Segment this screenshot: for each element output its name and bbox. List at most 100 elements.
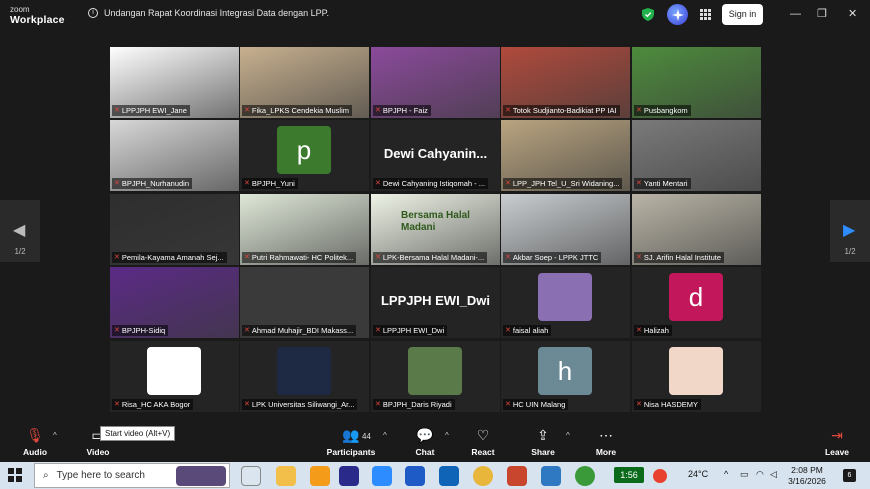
shield-icon[interactable]: [642, 8, 654, 21]
minimize-button[interactable]: —: [790, 8, 801, 20]
muted-mic-icon: ✕: [505, 254, 511, 261]
participant-name-label: ✕ faisal aliah: [503, 325, 552, 336]
apps-grid-icon[interactable]: [700, 9, 711, 20]
participant-tile[interactable]: ✕ faisal aliah: [501, 267, 630, 338]
participant-tile[interactable]: h ✕ HC UIN Malang: [501, 341, 630, 412]
tray-chevron-icon[interactable]: ^: [724, 469, 728, 479]
video-tooltip: Start video (Alt+V): [100, 426, 176, 441]
participant-tile[interactable]: ✕ LPP_JPH Tel_U_Sri Widaning...: [501, 120, 630, 191]
powerpoint-icon[interactable]: [507, 466, 527, 486]
share-screen-icon: ⇪: [537, 427, 549, 443]
participant-name-label: ✕ Halizah: [634, 325, 672, 336]
participant-tile[interactable]: ✕ Yanti Mentari: [632, 120, 761, 191]
participant-tile[interactable]: ✕ BPJPH-Sidiq: [110, 267, 239, 338]
windows-start-icon[interactable]: [8, 468, 22, 482]
chevron-left-icon: ◀: [13, 222, 26, 239]
participant-name: LPP_JPH Tel_U_Sri Widaning...: [512, 179, 620, 188]
participants-options-caret[interactable]: ^: [383, 431, 387, 440]
participant-name-label: ✕ Ahmad Muhajir_BDI Makass...: [242, 325, 357, 336]
file-explorer-icon[interactable]: [276, 466, 296, 486]
muted-mic-icon: ✕: [244, 107, 250, 114]
profile-picture: [538, 273, 592, 321]
leave-button[interactable]: ⇥ Leave: [812, 426, 862, 457]
app-icon-2[interactable]: [541, 466, 561, 486]
battery-icon[interactable]: ▭: [740, 469, 749, 480]
muted-mic-icon: ✕: [505, 401, 511, 408]
participant-name: Totok Sudjianto-Badikiat PP IAI: [512, 106, 617, 115]
restore-button[interactable]: ❐: [817, 8, 827, 20]
participant-tile[interactable]: ✕ Putri Rahmawati- HC Politek...: [240, 194, 369, 265]
temperature[interactable]: 24°C: [688, 469, 708, 479]
meeting-info[interactable]: i Undangan Rapat Koordinasi Integrasi Da…: [88, 8, 329, 18]
windows-taskbar: ⌕ Type here to search 1:56 24°C ^ ▭ ◠ ◁ …: [0, 462, 870, 489]
system-clock[interactable]: 2:08 PM 3/16/2026: [777, 465, 837, 487]
muted-mic-icon: ✕: [114, 327, 120, 334]
next-page-button[interactable]: ▶ 1/2: [830, 200, 870, 262]
zoom-app-icon[interactable]: [372, 466, 392, 486]
participant-name-label: ✕ LPK-Bersama Halal Madani-...: [373, 252, 488, 263]
notification-badge[interactable]: 6: [843, 469, 856, 482]
participant-tile[interactable]: ✕ Nisa HASDEMY: [632, 341, 761, 412]
participant-name-label: ✕ Pemila-Kayama Amanah Sej...: [112, 252, 227, 263]
timer-widget[interactable]: 1:56: [614, 467, 644, 483]
participant-tile[interactable]: p ✕ BPJPH_Yuni: [240, 120, 369, 191]
task-view-icon[interactable]: [241, 466, 261, 486]
sign-in-button[interactable]: Sign in: [722, 4, 763, 25]
react-button[interactable]: ♡ React: [458, 426, 508, 457]
participant-tile[interactable]: Bersama Halal Madani ✕ LPK-Bersama Halal M…: [371, 194, 500, 265]
participant-tile[interactable]: Dewi Cahyanin... ✕ Dewi Cahyaning Istiqoma…: [371, 120, 500, 191]
participant-name-label: ✕ Akbar Soep - LPPK JTTC: [503, 252, 602, 263]
weather-icon[interactable]: [653, 469, 667, 483]
chat-button[interactable]: 💬 Chat: [400, 426, 450, 457]
participant-tile[interactable]: ✕ Pemila-Kayama Amanah Sej...: [110, 194, 239, 265]
muted-mic-icon: ✕: [636, 107, 642, 114]
participant-tile[interactable]: ✕ LPPJPH EWI_Jane: [110, 47, 239, 118]
participant-tile[interactable]: ✕ BPJPH_Nurhanudin: [110, 120, 239, 191]
audio-options-caret[interactable]: ^: [53, 431, 57, 440]
participant-name-label: ✕ LPK Universitas Siliwangi_Ar...: [242, 399, 358, 410]
muted-mic-icon: ✕: [636, 180, 642, 187]
close-button[interactable]: ✕: [848, 8, 857, 20]
participant-name: BPJPH_Yuni: [251, 179, 295, 188]
participant-name-label: ✕ Pusbangkom: [634, 105, 691, 116]
participant-tile[interactable]: d ✕ Halizah: [632, 267, 761, 338]
muted-mic-icon: ✕: [114, 180, 120, 187]
participant-tile[interactable]: ✕ BPJPH_Daris Riyadi: [371, 341, 500, 412]
participant-tile[interactable]: ✕ Totok Sudjianto-Badikiat PP IAI: [501, 47, 630, 118]
share-button[interactable]: ⇪ Share: [518, 426, 568, 457]
ai-companion-button[interactable]: [667, 4, 688, 25]
store-icon[interactable]: [339, 466, 359, 486]
muted-mic-icon: ✕: [636, 327, 642, 334]
participant-tile[interactable]: ✕ Pusbangkom: [632, 47, 761, 118]
info-icon[interactable]: i: [88, 8, 98, 18]
sparkle-icon: [671, 8, 684, 21]
previous-page-button[interactable]: ◀ 1/2: [0, 200, 40, 262]
network-icon[interactable]: ◠: [756, 469, 764, 480]
participant-tile[interactable]: ✕ BPJPH - Faiz: [371, 47, 500, 118]
participant-tile[interactable]: ✕ Akbar Soep - LPPK JTTC: [501, 194, 630, 265]
participant-name-label: ✕ Risa_HC AKA Bogor: [112, 399, 194, 410]
volume-icon[interactable]: ◁: [770, 469, 777, 480]
more-button[interactable]: ⋯ More: [581, 426, 631, 457]
participant-tile[interactable]: LPPJPH EWI_Dwi ✕ LPPJPH EWI_Dwi: [371, 267, 500, 338]
participant-name-label: ✕ Putri Rahmawati- HC Politek...: [242, 252, 357, 263]
chat-options-caret[interactable]: ^: [445, 431, 449, 440]
app-icon[interactable]: [310, 466, 330, 486]
chevron-right-icon: ▶: [843, 222, 856, 239]
page-indicator-right: 1/2: [844, 247, 856, 256]
participant-tile[interactable]: ✕ LPK Universitas Siliwangi_Ar...: [240, 341, 369, 412]
participant-name: BPJPH_Nurhanudin: [121, 179, 189, 188]
participant-tile[interactable]: ✕ Fika_LPKS Cendekia Muslim: [240, 47, 369, 118]
participants-button[interactable]: 👥 Participants: [326, 426, 376, 457]
participant-name-label: ✕ LPP_JPH Tel_U_Sri Widaning...: [503, 178, 623, 189]
word-icon[interactable]: [405, 466, 425, 486]
profile-picture: [277, 347, 331, 395]
outlook-icon[interactable]: [439, 466, 459, 486]
share-options-caret[interactable]: ^: [566, 431, 570, 440]
chrome-icon-2[interactable]: [575, 466, 595, 486]
muted-mic-icon: ✕: [505, 180, 511, 187]
chrome-icon[interactable]: [473, 466, 493, 486]
participant-tile[interactable]: ✕ Ahmad Muhajir_BDI Makass...: [240, 267, 369, 338]
participant-tile[interactable]: ✕ SJ. Arifin Halal Institute: [632, 194, 761, 265]
participant-tile[interactable]: ✕ Risa_HC AKA Bogor: [110, 341, 239, 412]
